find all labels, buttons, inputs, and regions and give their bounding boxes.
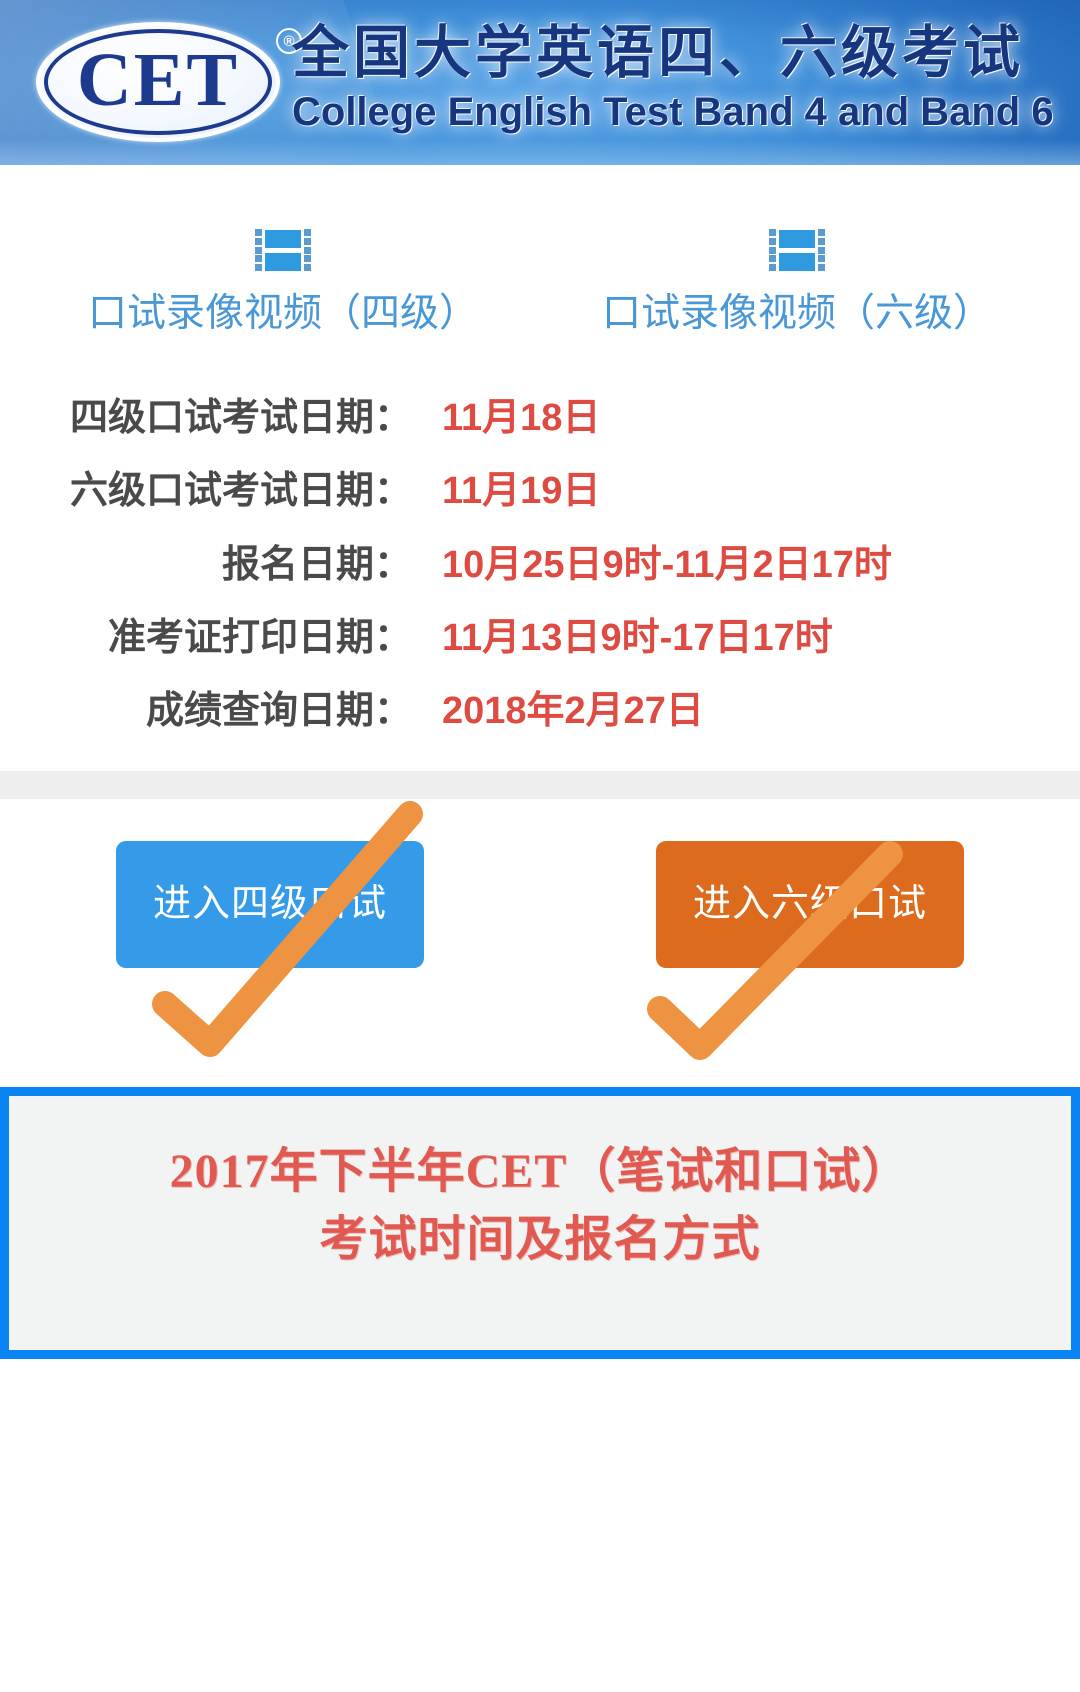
enter-cet6-oral-button[interactable]: 进入六级口试: [656, 840, 964, 968]
info-row: 准考证打印日期： 11月13日9时-17日17时: [26, 614, 1054, 663]
actions-row: 进入四级口试 进入六级口试: [0, 799, 1080, 1087]
info-row-label: 成绩查询日期：: [145, 690, 412, 733]
banner-title-chinese: 全国大学英语四、六级考试: [292, 21, 1024, 85]
film-holes-right: [304, 229, 311, 271]
action-cell-cet4: 进入四级口试: [0, 799, 540, 1087]
film-frame-bottom: [265, 253, 301, 271]
exam-schedule-list: 四级口试考试日期： 11月18日 六级口试考试日期： 11月19日 报名日期： …: [0, 394, 1080, 737]
film-holes-left: [255, 229, 262, 271]
enter-cet4-oral-button[interactable]: 进入四级口试: [116, 840, 424, 968]
film-holes-left: [769, 229, 776, 271]
info-row-label: 报名日期：: [221, 543, 412, 586]
bottom-announcement-box[interactable]: 2017年下半年CET（笔试和口试） 考试时间及报名方式: [0, 1086, 1080, 1359]
info-row-label: 四级口试考试日期：: [69, 396, 412, 439]
video-link-label-cet6: 口试录像视频（六级）: [601, 292, 992, 335]
page-root: CET ® 全国大学英语四、六级考试 College English Test …: [0, 0, 1080, 1692]
video-link-cet6[interactable]: 口试录像视频（六级）: [540, 229, 1054, 338]
video-link-cet4[interactable]: 口试录像视频（四级）: [26, 229, 540, 338]
info-row-label: 六级口试考试日期：: [69, 470, 412, 513]
video-link-label-cet4: 口试录像视频（四级）: [87, 292, 478, 335]
logo-text: CET: [76, 38, 240, 122]
section-divider: [0, 770, 1080, 799]
bottom-title-line-2: 考试时间及报名方式: [319, 1212, 761, 1266]
info-row: 成绩查询日期： 2018年2月27日: [26, 687, 1054, 736]
action-cell-cet6: 进入六级口试: [540, 799, 1080, 1087]
film-strip-icon: [255, 229, 311, 273]
film-frame-top: [779, 230, 815, 248]
film-frame-bottom: [779, 253, 815, 271]
info-row-label: 准考证打印日期：: [107, 616, 412, 659]
banner-title-group: 全国大学英语四、六级考试 College English Test Band 4…: [292, 21, 1072, 134]
info-row-value: 10月25日9时-11月2日17时: [442, 543, 892, 586]
site-header-banner: CET ® 全国大学英语四、六级考试 College English Test …: [0, 0, 1080, 165]
cet-logo: CET ®: [36, 22, 302, 142]
info-row: 报名日期： 10月25日9时-11月2日17时: [26, 541, 1054, 590]
bottom-title-line-1: 2017年下半年CET（笔试和口试）: [169, 1144, 911, 1198]
info-row-value: 11月19日: [442, 470, 601, 513]
film-strip-icon: [769, 229, 825, 273]
film-frame-top: [265, 230, 301, 248]
video-links-row: 口试录像视频（四级） 口试录像视频（六级）: [0, 229, 1080, 338]
actions-panel: 进入四级口试 进入六级口试: [0, 798, 1080, 1087]
exam-info-card: 口试录像视频（四级） 口试录像视频（六级） 四级口试考试日期： 11月18日 六…: [0, 165, 1080, 771]
info-row: 四级口试考试日期： 11月18日: [26, 394, 1054, 443]
banner-title-english: College English Test Band 4 and Band 6: [292, 89, 1054, 134]
info-row-value: 2018年2月27日: [442, 690, 704, 733]
info-row: 六级口试考试日期： 11月19日: [26, 467, 1054, 516]
info-row-value: 11月18日: [442, 396, 601, 439]
film-holes-right: [818, 229, 825, 271]
info-row-value: 11月13日9时-17日17时: [442, 616, 833, 659]
